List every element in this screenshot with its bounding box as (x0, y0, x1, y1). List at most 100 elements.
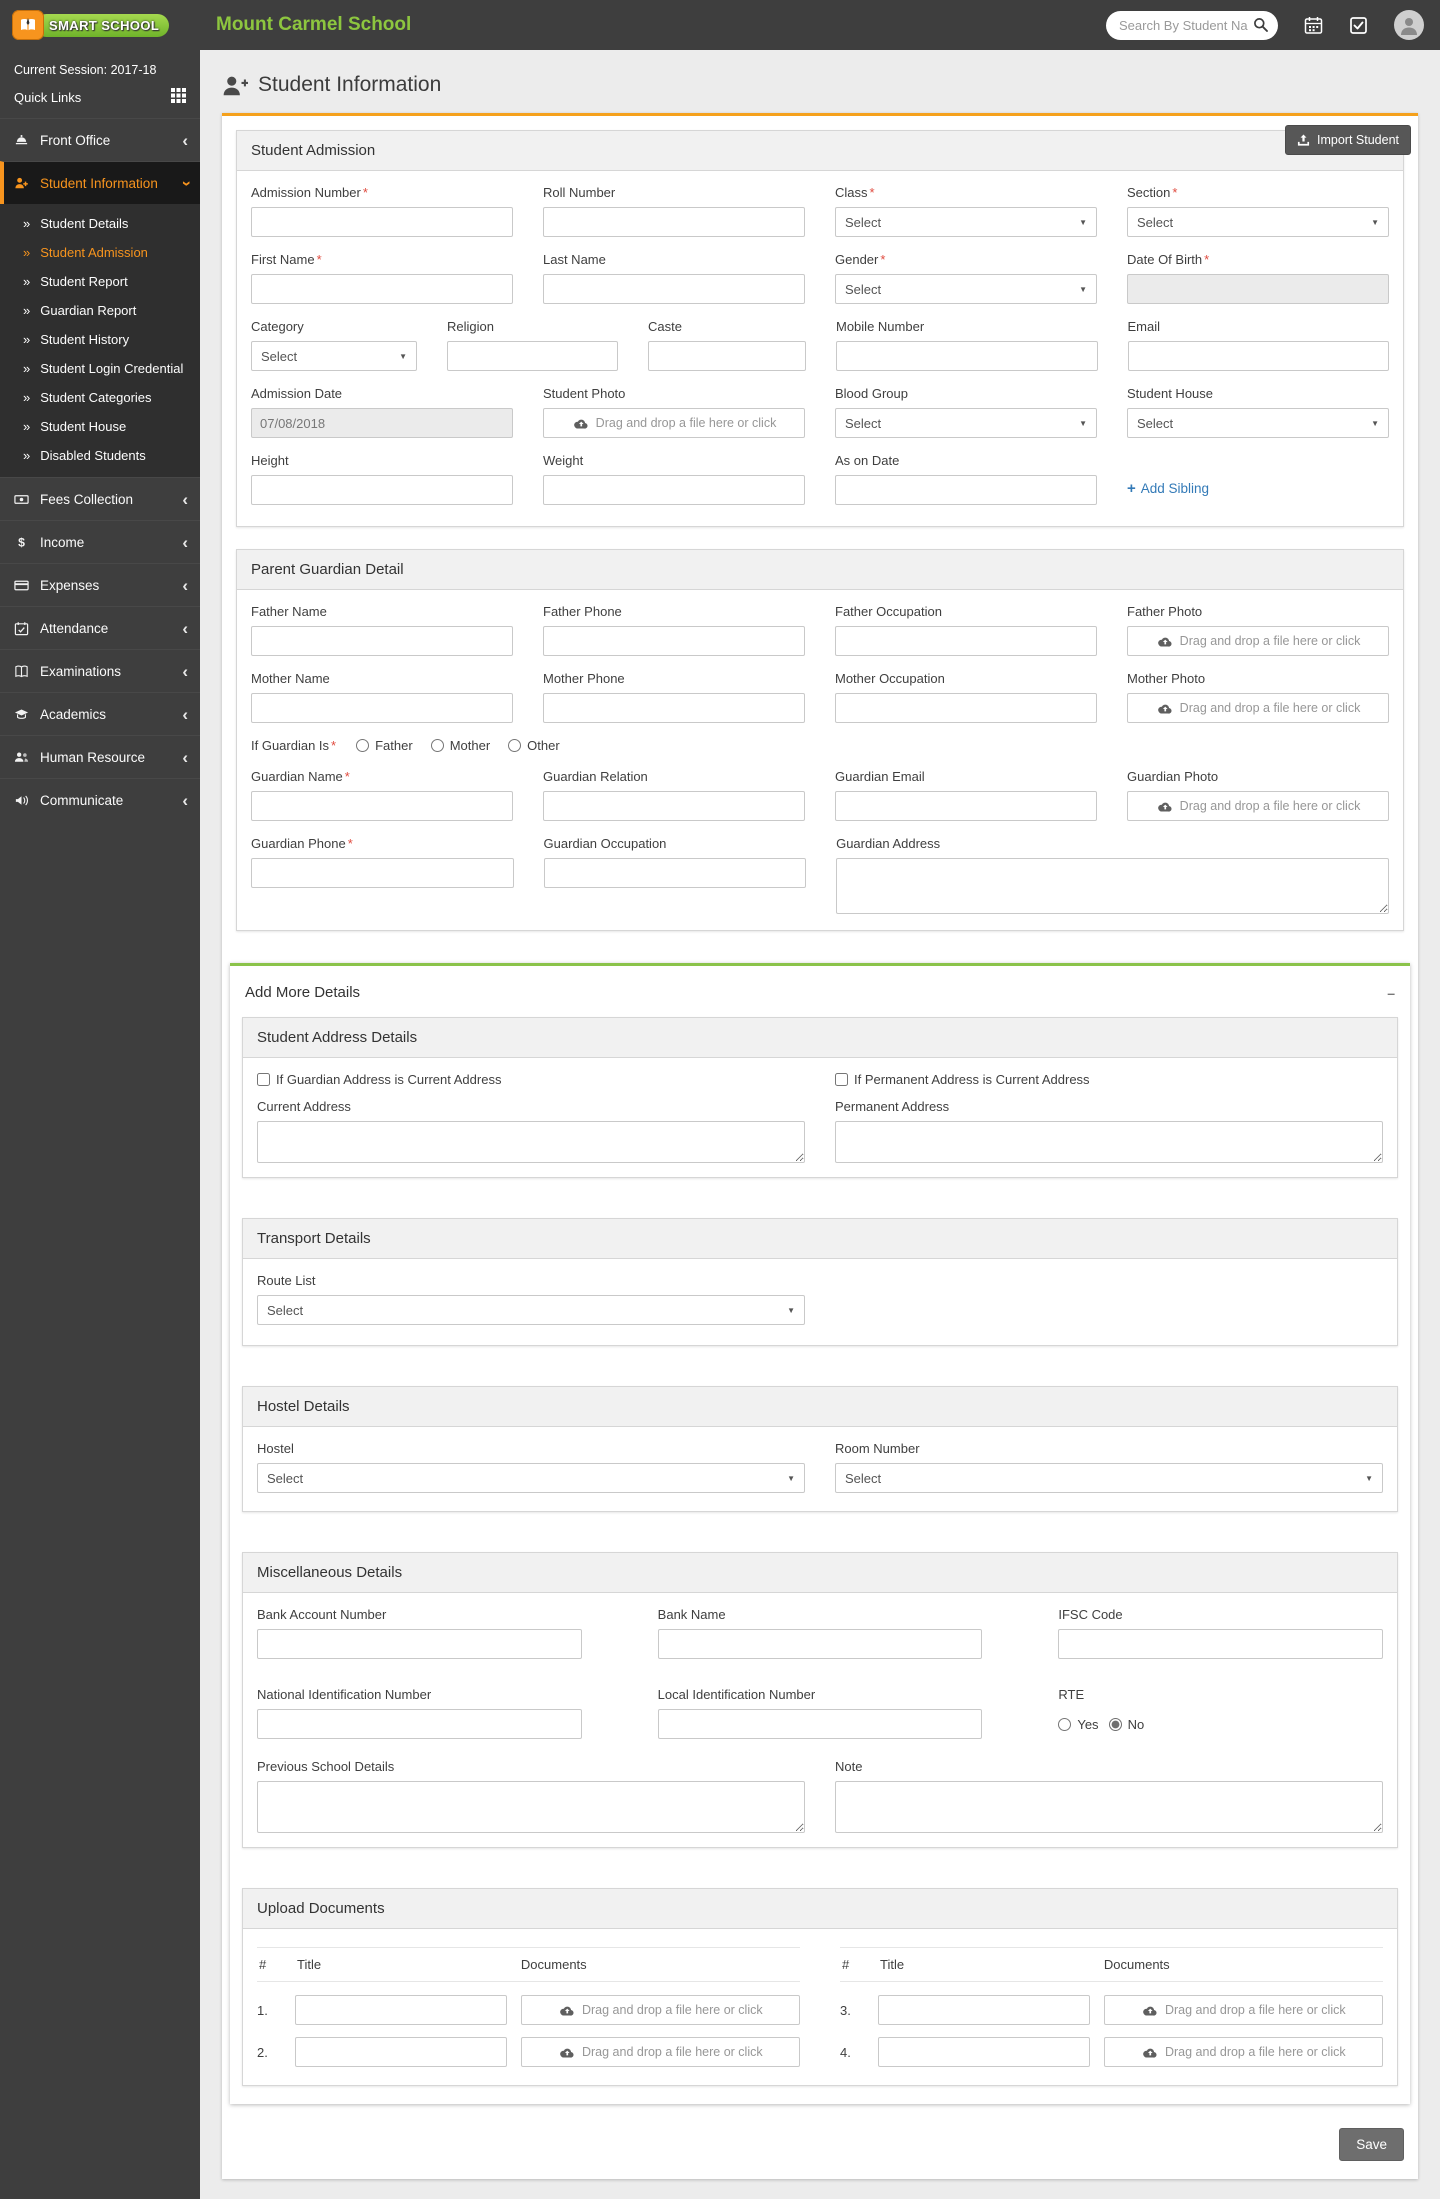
calendar-icon[interactable] (1304, 16, 1323, 35)
guardian-address-is-current-checkbox[interactable]: If Guardian Address is Current Address (257, 1072, 805, 1087)
category-select[interactable]: Select ▼ (251, 341, 417, 371)
guardian-email-input[interactable] (835, 791, 1097, 821)
permanent-address-textarea[interactable] (835, 1121, 1383, 1163)
sidebar-item-income[interactable]: $ Income ‹ (0, 520, 200, 563)
field-previous-school: Previous School Details (257, 1759, 805, 1833)
first-name-input[interactable] (251, 274, 513, 304)
guardian-name-input[interactable] (251, 791, 513, 821)
sidebar-sub-student-history[interactable]: » Student History (0, 325, 200, 354)
height-input[interactable] (251, 475, 513, 505)
bank-account-number-input[interactable] (257, 1629, 582, 1659)
note-textarea[interactable] (835, 1781, 1383, 1833)
student-photo-dropzone[interactable]: Drag and drop a file here or click (543, 408, 805, 438)
guardian-address-textarea[interactable] (836, 858, 1390, 914)
sidebar-item-communicate[interactable]: Communicate ‹ (0, 778, 200, 821)
sidebar-sub-student-report[interactable]: » Student Report (0, 267, 200, 296)
guardian-phone-input[interactable] (251, 858, 514, 888)
mother-occupation-input[interactable] (835, 693, 1097, 723)
save-button[interactable]: Save (1339, 2128, 1404, 2161)
grid-icon[interactable] (171, 88, 186, 106)
rte-no-radio[interactable]: No (1108, 1717, 1144, 1732)
hostel-select[interactable]: Select ▼ (257, 1463, 805, 1493)
field-rte: RTE Yes No (1058, 1687, 1145, 1732)
document-2-title-input[interactable] (295, 2037, 507, 2067)
national-id-input[interactable] (257, 1709, 582, 1739)
bank-name-input[interactable] (657, 1629, 983, 1659)
field-permanent-address: Permanent Address (835, 1099, 1383, 1163)
document-1-title-input[interactable] (295, 1995, 507, 2025)
caste-input[interactable] (648, 341, 806, 371)
field-guardian-occupation: Guardian Occupation (543, 836, 807, 914)
guardian-occupation-input[interactable] (543, 858, 807, 888)
field-hostel: Hostel Select ▼ (257, 1441, 805, 1493)
search-icon[interactable] (1253, 17, 1269, 38)
document-1-dropzone[interactable]: Drag and drop a file here or click (520, 1995, 800, 2025)
field-section: Section * Select ▼ (1127, 185, 1389, 237)
document-4-dropzone[interactable]: Drag and drop a file here or click (1103, 2037, 1383, 2067)
religion-input[interactable] (447, 341, 618, 371)
class-select[interactable]: Select ▼ (835, 207, 1097, 237)
guardian-relation-input[interactable] (543, 791, 805, 821)
sidebar-item-human-resource[interactable]: Human Resource ‹ (0, 735, 200, 778)
mother-name-input[interactable] (251, 693, 513, 723)
guardian-is-other-radio[interactable]: Other (508, 738, 560, 753)
student-house-select[interactable]: Select ▼ (1127, 408, 1389, 438)
guardian-photo-dropzone[interactable]: Drag and drop a file here or click (1127, 791, 1389, 821)
sidebar-sub-student-house[interactable]: » Student House (0, 412, 200, 441)
sidebar-item-academics[interactable]: Academics ‹ (0, 692, 200, 735)
collapse-minus-icon[interactable]: – (1387, 985, 1395, 1001)
sidebar-sub-guardian-report[interactable]: » Guardian Report (0, 296, 200, 325)
guardian-is-mother-radio[interactable]: Mother (430, 738, 490, 753)
mobile-number-input[interactable] (836, 341, 1098, 371)
rte-yes-radio[interactable]: Yes (1058, 1717, 1099, 1732)
father-occupation-input[interactable] (835, 626, 1097, 656)
sidebar-sub-student-login-credential[interactable]: » Student Login Credential (0, 354, 200, 383)
mother-photo-dropzone[interactable]: Drag and drop a file here or click (1127, 693, 1389, 723)
document-2-dropzone[interactable]: Drag and drop a file here or click (520, 2037, 800, 2067)
previous-school-textarea[interactable] (257, 1781, 805, 1833)
blood-group-select[interactable]: Select ▼ (835, 408, 1097, 438)
father-photo-dropzone[interactable]: Drag and drop a file here or click (1127, 626, 1389, 656)
father-phone-input[interactable] (543, 626, 805, 656)
section-title: Upload Documents (243, 1889, 1397, 1929)
gender-select[interactable]: Select ▼ (835, 274, 1097, 304)
sidebar-sub-student-categories[interactable]: » Student Categories (0, 383, 200, 412)
sidebar-sub-student-admission[interactable]: » Student Admission (0, 238, 200, 267)
current-address-textarea[interactable] (257, 1121, 805, 1163)
sidebar-sub-disabled-students[interactable]: » Disabled Students (0, 441, 200, 470)
tasks-icon[interactable] (1349, 16, 1368, 35)
father-name-input[interactable] (251, 626, 513, 656)
import-student-button[interactable]: Import Student (1285, 125, 1411, 155)
ifsc-code-input[interactable] (1058, 1629, 1384, 1659)
section-select[interactable]: Select ▼ (1127, 207, 1389, 237)
route-list-select[interactable]: Select ▼ (257, 1295, 805, 1325)
permanent-address-is-current-checkbox[interactable]: If Permanent Address is Current Address (835, 1072, 1383, 1087)
admission-date-input[interactable] (251, 408, 513, 438)
sidebar-item-attendance[interactable]: Attendance ‹ (0, 606, 200, 649)
user-avatar[interactable] (1394, 10, 1424, 40)
sidebar-item-examinations[interactable]: Examinations ‹ (0, 649, 200, 692)
sidebar-item-fees-collection[interactable]: Fees Collection ‹ (0, 477, 200, 520)
document-4-title-input[interactable] (878, 2037, 1090, 2067)
add-sibling-link[interactable]: + Add Sibling (1127, 453, 1389, 497)
sidebar-sub-student-details[interactable]: » Student Details (0, 209, 200, 238)
guardian-is-father-radio[interactable]: Father (356, 738, 413, 753)
document-3-dropzone[interactable]: Drag and drop a file here or click (1103, 1995, 1383, 2025)
date-of-birth-input[interactable] (1127, 274, 1389, 304)
document-3-title-input[interactable] (878, 1995, 1090, 2025)
weight-input[interactable] (543, 475, 805, 505)
sidebar-item-student-information[interactable]: Student Information ‹ (0, 161, 200, 204)
app-logo[interactable]: SMART SCHOOL (0, 10, 200, 40)
room-number-select[interactable]: Select ▼ (835, 1463, 1383, 1493)
roll-number-input[interactable] (543, 207, 805, 237)
mother-phone-input[interactable] (543, 693, 805, 723)
as-on-date-input[interactable] (835, 475, 1097, 505)
field-mother-phone: Mother Phone (543, 671, 805, 723)
last-name-input[interactable] (543, 274, 805, 304)
sidebar-item-expenses[interactable]: Expenses ‹ (0, 563, 200, 606)
field-father-name: Father Name (251, 604, 513, 656)
email-input[interactable] (1127, 341, 1389, 371)
sidebar-item-front-office[interactable]: Front Office ‹ (0, 118, 200, 161)
admission-number-input[interactable] (251, 207, 513, 237)
local-id-input[interactable] (657, 1709, 983, 1739)
